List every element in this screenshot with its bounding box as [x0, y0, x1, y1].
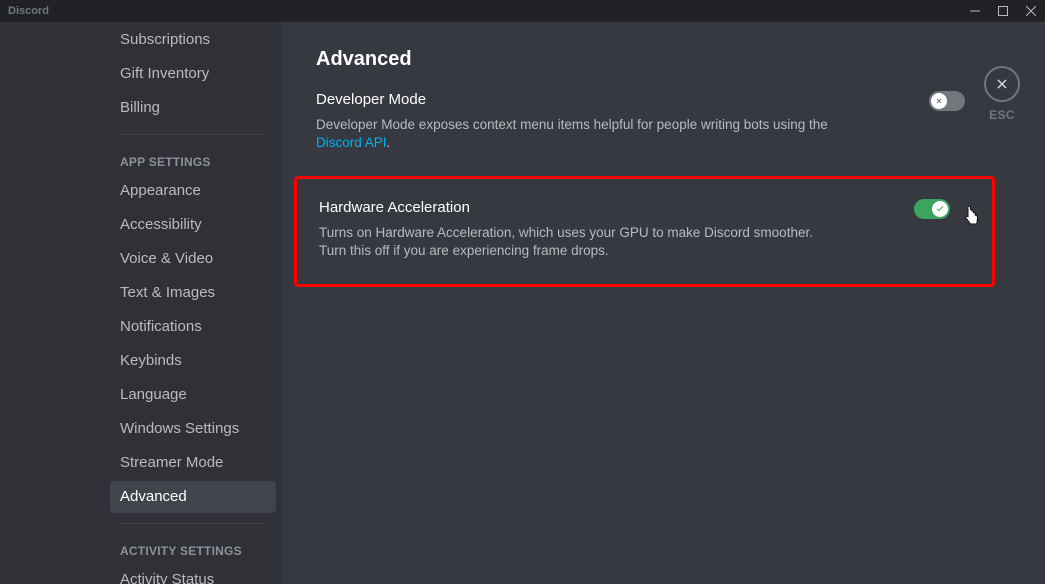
sidebar-item-notifications[interactable]: Notifications [110, 311, 276, 343]
developer-mode-description: Developer Mode exposes context menu item… [316, 116, 836, 152]
sidebar-item-advanced[interactable]: Advanced [110, 481, 276, 513]
window-titlebar: Discord [0, 0, 1045, 22]
sidebar-header-app-settings: APP SETTINGS [110, 137, 276, 173]
sidebar-item-keybinds[interactable]: Keybinds [110, 345, 276, 377]
close-settings-button[interactable] [984, 66, 1020, 102]
dev-mode-desc-suffix: . [387, 135, 391, 150]
hardware-acceleration-title: Hardware Acceleration [319, 199, 970, 216]
sidebar-divider [120, 523, 266, 524]
sidebar-item-appearance[interactable]: Appearance [110, 175, 276, 207]
app-name: Discord [8, 5, 49, 17]
setting-hardware-acceleration-highlight: Hardware Acceleration Turns on Hardware … [294, 176, 995, 287]
sidebar-item-gift-inventory[interactable]: Gift Inventory [110, 58, 276, 90]
sidebar-item-language[interactable]: Language [110, 379, 276, 411]
settings-content: ESC Advanced Developer Mode Developer Mo… [282, 22, 1045, 584]
sidebar-item-accessibility[interactable]: Accessibility [110, 209, 276, 241]
hardware-acceleration-description: Turns on Hardware Acceleration, which us… [319, 224, 839, 260]
close-icon [994, 76, 1010, 92]
discord-api-link[interactable]: Discord API [316, 135, 387, 150]
toggle-knob [931, 93, 947, 109]
toggle-off-icon [934, 96, 944, 106]
sidebar-header-activity-settings: ACTIVITY SETTINGS [110, 526, 276, 562]
setting-developer-mode: Developer Mode Developer Mode exposes co… [316, 91, 985, 152]
sidebar-item-voice-video[interactable]: Voice & Video [110, 243, 276, 275]
developer-mode-toggle[interactable] [929, 91, 965, 111]
toggle-knob [932, 201, 948, 217]
close-window-button[interactable] [1017, 0, 1045, 22]
settings-sidebar: Subscriptions Gift Inventory Billing APP… [0, 22, 282, 584]
setting-hardware-acceleration: Hardware Acceleration Turns on Hardware … [319, 199, 970, 260]
sidebar-item-subscriptions[interactable]: Subscriptions [110, 24, 276, 56]
developer-mode-title: Developer Mode [316, 91, 985, 108]
toggle-on-check-icon [935, 204, 945, 214]
hardware-acceleration-toggle[interactable] [914, 199, 950, 219]
minimize-button[interactable] [961, 0, 989, 22]
dev-mode-desc-prefix: Developer Mode exposes context menu item… [316, 117, 828, 132]
window-controls [961, 0, 1045, 22]
sidebar-item-windows-settings[interactable]: Windows Settings [110, 413, 276, 445]
maximize-button[interactable] [989, 0, 1017, 22]
sidebar-item-billing[interactable]: Billing [110, 92, 276, 124]
sidebar-divider [120, 134, 266, 135]
page-title: Advanced [316, 48, 985, 71]
sidebar-item-text-images[interactable]: Text & Images [110, 277, 276, 309]
sidebar-item-streamer-mode[interactable]: Streamer Mode [110, 447, 276, 479]
sidebar-item-activity-status[interactable]: Activity Status [110, 564, 276, 584]
